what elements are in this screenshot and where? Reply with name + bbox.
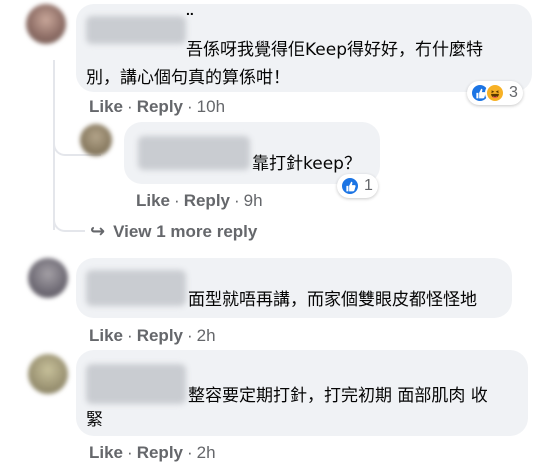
avatar[interactable] (28, 258, 68, 298)
separator: · (174, 191, 180, 210)
reply-button[interactable]: Reply (137, 97, 183, 116)
avatar[interactable] (80, 124, 112, 156)
like-button[interactable]: Like (89, 443, 123, 462)
thread-connector (53, 200, 85, 232)
avatar[interactable] (26, 4, 66, 44)
author-name[interactable] (138, 136, 250, 170)
author-name[interactable] (86, 16, 186, 44)
like-reaction-icon (340, 176, 360, 196)
separator: · (127, 97, 133, 116)
reaction-summary[interactable]: 3 (467, 81, 523, 105)
comment-text: 吾係呀我覺得佢Keep得好好，冇什麼特 (186, 40, 484, 60)
like-button[interactable]: Like (136, 191, 170, 210)
comment-actions: Like · Reply · 9h (136, 190, 263, 212)
timestamp[interactable]: 2h (197, 443, 216, 462)
like-button[interactable]: Like (89, 326, 123, 345)
avatar[interactable] (28, 354, 68, 394)
author-name[interactable] (86, 270, 186, 306)
reply-button[interactable]: Reply (137, 326, 183, 345)
haha-reaction-icon (485, 83, 505, 103)
comment-actions: Like · Reply · 2h (89, 325, 216, 347)
reaction-count: 3 (509, 84, 518, 101)
separator: · (127, 443, 133, 462)
author-name-fragment: .. (186, 2, 194, 18)
separator: · (187, 443, 193, 462)
comment-bubble: 整容要定期打針，打完初期 面部肌肉 收 緊 (76, 350, 528, 436)
comment-bubble: 靠打針keep？ (124, 122, 380, 184)
view-more-label: View 1 more reply (113, 221, 258, 241)
comment-bubble: .. 吾係呀我覺得佢Keep得好好，冇什麼特 別，講心個句真的算係咁！ (76, 2, 532, 92)
comment-bubble: 面型就唔再講，而家個雙眼皮都怪怪地 (76, 258, 512, 318)
reaction-summary[interactable]: 1 (337, 174, 378, 198)
reply-arrow-icon: ↪ (90, 221, 106, 242)
reply-button[interactable]: Reply (184, 191, 230, 210)
timestamp[interactable]: 9h (244, 191, 263, 210)
comment-text: 別，講心個句真的算係咁！ (86, 68, 290, 88)
separator: · (127, 326, 133, 345)
timestamp[interactable]: 2h (197, 326, 216, 345)
comment-text: 整容要定期打針，打完初期 面部肌肉 收 (188, 386, 488, 406)
comment-actions: Like · Reply · 2h (89, 442, 216, 464)
separator: · (187, 97, 193, 116)
comment-text: 面型就唔再講，而家個雙眼皮都怪怪地 (188, 290, 477, 310)
separator: · (187, 326, 193, 345)
reaction-count: 1 (364, 177, 373, 194)
comment-text: 緊 (86, 410, 103, 430)
author-name[interactable] (86, 364, 186, 404)
view-more-replies-button[interactable]: ↪ View 1 more reply (90, 221, 257, 242)
comment-actions: Like · Reply · 10h (89, 96, 225, 118)
like-button[interactable]: Like (89, 97, 123, 116)
separator: · (234, 191, 240, 210)
comment-thread: .. 吾係呀我覺得佢Keep得好好，冇什麼特 別，講心個句真的算係咁！ 3 Li… (0, 0, 536, 465)
reply-button[interactable]: Reply (137, 443, 183, 462)
timestamp[interactable]: 10h (197, 97, 225, 116)
